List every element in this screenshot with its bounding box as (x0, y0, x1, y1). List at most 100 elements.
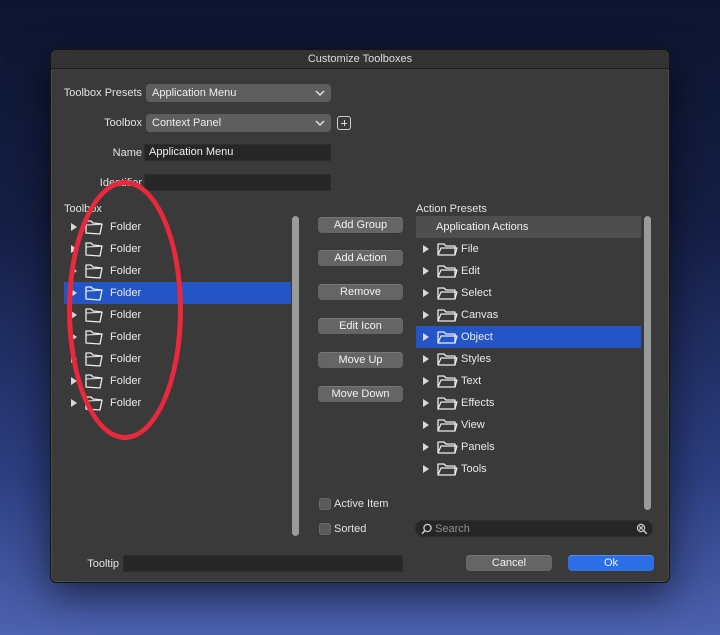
action-preset-item[interactable]: Panels (416, 436, 641, 458)
remove-button[interactable]: Remove (318, 284, 403, 300)
disclosure-triangle-icon[interactable] (423, 399, 429, 407)
toolbox-item-label: Folder (110, 331, 142, 343)
toolbox-list-item[interactable]: Folder (64, 216, 291, 238)
toolbox-item-label: Folder (110, 309, 142, 321)
toolbox-presets-select[interactable]: Application Menu (146, 84, 331, 102)
action-presets-scrollbar[interactable] (644, 216, 651, 510)
folder-icon (85, 220, 103, 235)
chevron-down-icon (315, 90, 325, 97)
action-preset-item[interactable]: Canvas (416, 304, 641, 326)
folder-icon (437, 441, 458, 454)
dialog-title: Customize Toolboxes (51, 50, 669, 69)
edit-icon-button[interactable]: Edit Icon (318, 318, 403, 334)
disclosure-triangle-icon[interactable] (423, 311, 429, 319)
disclosure-triangle-icon[interactable] (71, 333, 77, 341)
action-preset-item[interactable]: Edit (416, 260, 641, 282)
folder-icon (437, 463, 458, 476)
tooltip-field[interactable] (123, 555, 403, 572)
toolbox-list-item[interactable]: Folder (64, 282, 291, 304)
folder-icon (85, 264, 103, 279)
action-preset-label: Object (461, 331, 493, 343)
disclosure-triangle-icon[interactable] (71, 355, 77, 363)
action-preset-item[interactable]: File (416, 238, 641, 260)
toolbox-label: Toolbox (104, 117, 142, 129)
disclosure-triangle-icon[interactable] (423, 421, 429, 429)
toolbox-list-item[interactable]: Folder (64, 304, 291, 326)
tooltip-label: Tooltip (87, 558, 119, 570)
toolbox-list-item[interactable]: Folder (64, 348, 291, 370)
folder-icon (437, 287, 458, 300)
disclosure-triangle-icon[interactable] (71, 223, 77, 231)
folder-icon (437, 265, 458, 278)
action-preset-item[interactable]: Effects (416, 392, 641, 414)
toolbox-list-item[interactable]: Folder (64, 392, 291, 414)
toolbox-value: Context Panel (152, 117, 222, 129)
action-preset-label: Edit (461, 265, 480, 277)
disclosure-triangle-icon[interactable] (71, 289, 77, 297)
disclosure-triangle-icon[interactable] (423, 377, 429, 385)
identifier-label: Identifier (99, 177, 142, 189)
toolbox-item-label: Folder (110, 397, 142, 409)
toolbox-item-label: Folder (110, 353, 142, 365)
action-preset-item[interactable]: Tools (416, 458, 641, 480)
action-preset-item[interactable]: Styles (416, 348, 641, 370)
disclosure-triangle-icon[interactable] (423, 333, 429, 341)
toolbox-select[interactable]: Context Panel (146, 114, 331, 132)
clear-search-icon[interactable] (636, 523, 648, 535)
action-preset-item[interactable]: Text (416, 370, 641, 392)
disclosure-triangle-icon[interactable] (71, 399, 77, 407)
active-item-checkbox[interactable] (319, 498, 331, 510)
folder-icon (85, 396, 103, 411)
sorted-checkbox[interactable] (319, 523, 331, 535)
application-actions-header[interactable]: Application Actions (416, 216, 641, 238)
toolbox-list-item[interactable]: Folder (64, 260, 291, 282)
disclosure-triangle-icon[interactable] (423, 245, 429, 253)
action-preset-item[interactable]: View (416, 414, 641, 436)
folder-icon (85, 308, 103, 323)
disclosure-triangle-icon[interactable] (423, 443, 429, 451)
search-placeholder: Search (435, 523, 470, 535)
add-action-button[interactable]: Add Action (318, 250, 403, 266)
folder-icon (85, 286, 103, 301)
disclosure-triangle-icon[interactable] (423, 355, 429, 363)
toolbox-presets-value: Application Menu (152, 87, 237, 99)
disclosure-triangle-icon[interactable] (71, 377, 77, 385)
folder-icon (85, 242, 103, 257)
toolbox-presets-label: Toolbox Presets (63, 87, 142, 99)
name-field[interactable]: Application Menu (144, 144, 331, 161)
action-preset-item[interactable]: Object (416, 326, 641, 348)
folder-icon (437, 419, 458, 432)
toolbox-list-title: Toolbox (64, 203, 102, 215)
move-up-button[interactable]: Move Up (318, 352, 403, 368)
action-preset-label: Tools (461, 463, 487, 475)
sorted-label: Sorted (334, 523, 367, 535)
identifier-field[interactable] (144, 174, 331, 191)
action-preset-label: Text (461, 375, 482, 387)
toolbox-list-item[interactable]: Folder (64, 326, 291, 348)
folder-icon (437, 309, 458, 322)
ok-button[interactable]: Ok (568, 555, 654, 571)
disclosure-triangle-icon[interactable] (423, 267, 429, 275)
folder-icon (437, 397, 458, 410)
action-preset-item[interactable]: Select (416, 282, 641, 304)
disclosure-triangle-icon[interactable] (423, 465, 429, 473)
search-field[interactable]: Search (415, 520, 653, 537)
move-down-button[interactable]: Move Down (318, 386, 403, 402)
toolbox-list-scrollbar[interactable] (292, 216, 299, 536)
add-toolbox-button[interactable] (337, 116, 351, 130)
active-item-label: Active Item (334, 498, 389, 510)
toolbox-item-label: Folder (110, 287, 142, 299)
disclosure-triangle-icon[interactable] (423, 289, 429, 297)
cancel-button[interactable]: Cancel (466, 555, 552, 571)
folder-icon (437, 243, 458, 256)
disclosure-triangle-icon[interactable] (71, 267, 77, 275)
toolbox-item-label: Folder (110, 375, 142, 387)
disclosure-triangle-icon[interactable] (71, 311, 77, 319)
toolbox-list-item[interactable]: Folder (64, 238, 291, 260)
folder-icon (437, 353, 458, 366)
folder-icon (437, 375, 458, 388)
add-group-button[interactable]: Add Group (318, 217, 403, 233)
toolbox-list-item[interactable]: Folder (64, 370, 291, 392)
disclosure-triangle-icon[interactable] (71, 245, 77, 253)
toolbox-item-label: Folder (110, 243, 142, 255)
